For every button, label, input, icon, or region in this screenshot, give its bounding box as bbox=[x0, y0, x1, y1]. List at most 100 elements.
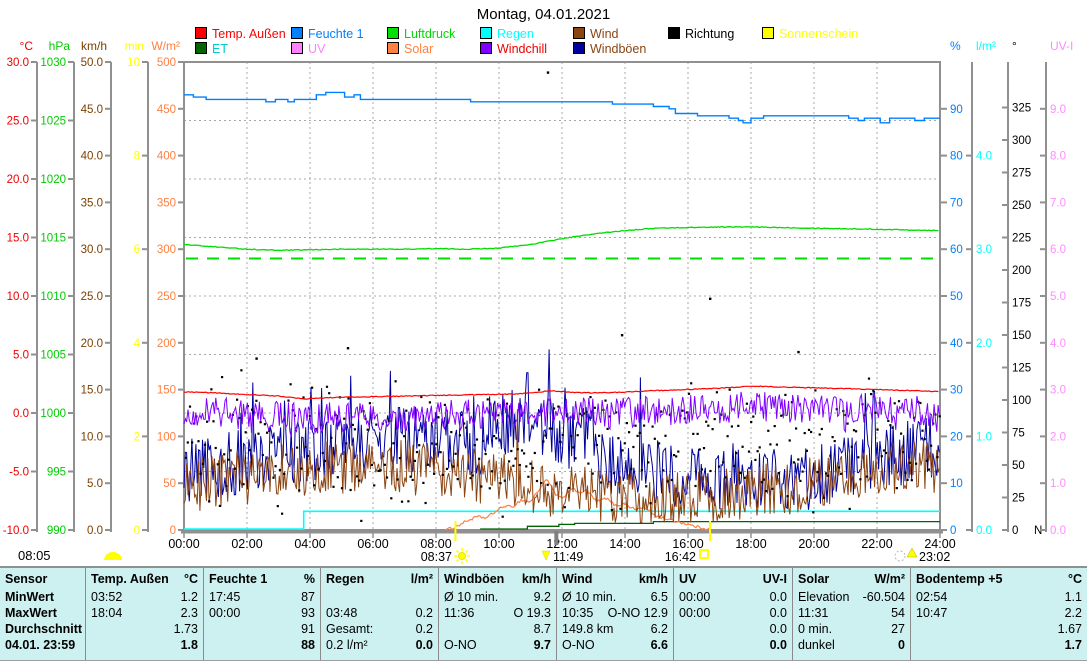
svg-text:2.0: 2.0 bbox=[976, 338, 992, 350]
svg-text:400: 400 bbox=[157, 151, 176, 163]
svg-text:08:37: 08:37 bbox=[421, 550, 452, 564]
axis-left-km/h: 0.05.010.015.020.025.030.035.040.045.050… bbox=[81, 39, 111, 537]
svg-text:80: 80 bbox=[950, 151, 963, 163]
axis-right-%: 0102030405060708090% bbox=[941, 39, 963, 537]
svg-text:°C: °C bbox=[20, 39, 34, 53]
table-cell: 00:0093 bbox=[209, 605, 315, 621]
axis-right-UV-I: 0.01.02.03.04.05.06.07.08.09.0UV-I bbox=[1040, 39, 1073, 537]
svg-text:75: 75 bbox=[1012, 428, 1025, 440]
table-cell: Elevation-60.504 bbox=[798, 589, 905, 605]
svg-text:1025: 1025 bbox=[40, 116, 66, 128]
svg-text:35.0: 35.0 bbox=[81, 197, 103, 209]
weather-app-window: Montag, 04.01.2021 Temp. AußenFeuchte 1L… bbox=[0, 0, 1087, 661]
x-axis-labels: 00:0002:0004:0006:0008:0010:0012:0014:00… bbox=[168, 532, 955, 551]
moonset-icon bbox=[104, 552, 122, 560]
svg-text:06:00: 06:00 bbox=[357, 537, 388, 551]
direction-dots bbox=[185, 71, 941, 522]
page-title: Montag, 04.01.2021 bbox=[0, 6, 1087, 23]
table-cell: 1.73 bbox=[91, 621, 198, 637]
svg-text:11:49: 11:49 bbox=[553, 550, 583, 564]
svg-text:1030: 1030 bbox=[40, 57, 66, 69]
svg-text:4.0: 4.0 bbox=[976, 151, 992, 163]
svg-text:15.0: 15.0 bbox=[81, 385, 103, 397]
table-cell: 0.2 l/m²0.0 bbox=[326, 637, 433, 653]
table-cell: 1.67 bbox=[916, 621, 1082, 637]
svg-text:325: 325 bbox=[1012, 103, 1031, 115]
svg-text:5.0: 5.0 bbox=[87, 478, 103, 490]
table-cell: 1.8 bbox=[91, 637, 198, 653]
svg-text:25: 25 bbox=[1012, 493, 1025, 505]
svg-text:16:42: 16:42 bbox=[665, 550, 696, 564]
table-cell: 0.0 bbox=[679, 621, 787, 637]
svg-text:25.0: 25.0 bbox=[7, 116, 29, 128]
svg-text:0.0: 0.0 bbox=[87, 525, 103, 537]
moonrise-arrow-icon bbox=[907, 548, 917, 557]
svg-text:12:00: 12:00 bbox=[546, 537, 577, 551]
svg-text:500: 500 bbox=[157, 57, 176, 69]
svg-text:15.0: 15.0 bbox=[7, 233, 29, 245]
svg-text:00:00: 00:00 bbox=[168, 537, 199, 551]
svg-text:60: 60 bbox=[950, 244, 963, 256]
svg-text:30.0: 30.0 bbox=[81, 244, 103, 256]
svg-text:350: 350 bbox=[157, 197, 176, 209]
svg-text:10: 10 bbox=[950, 478, 963, 490]
svg-text:300: 300 bbox=[1012, 135, 1031, 147]
summary-table: SensorMinWertMaxWertDurchschnitt04.01. 2… bbox=[0, 566, 1087, 661]
svg-text:20:00: 20:00 bbox=[798, 537, 829, 551]
table-header: UVUV-I bbox=[679, 570, 787, 589]
svg-text:7.0: 7.0 bbox=[1050, 197, 1066, 209]
table-row-label: 04.01. 23:59 bbox=[5, 637, 80, 653]
svg-text:25.0: 25.0 bbox=[81, 291, 103, 303]
svg-text:1.0: 1.0 bbox=[976, 431, 992, 443]
svg-text:225: 225 bbox=[1012, 233, 1031, 245]
svg-text:20: 20 bbox=[950, 431, 963, 443]
svg-text:1020: 1020 bbox=[40, 174, 66, 186]
svg-text:km/h: km/h bbox=[81, 39, 107, 53]
svg-text:20.0: 20.0 bbox=[7, 174, 29, 186]
svg-text:23:02: 23:02 bbox=[919, 550, 950, 564]
table-row-label: MaxWert bbox=[5, 605, 80, 621]
svg-text:20.0: 20.0 bbox=[81, 338, 103, 350]
svg-text:275: 275 bbox=[1012, 168, 1031, 180]
table-cell: 1.7 bbox=[916, 637, 1082, 653]
svg-text:150: 150 bbox=[1012, 330, 1031, 342]
table-cell: Gesamt:0.2 bbox=[326, 621, 433, 637]
svg-text:175: 175 bbox=[1012, 298, 1031, 310]
svg-text:-10.0: -10.0 bbox=[3, 525, 29, 537]
svg-text:300: 300 bbox=[157, 244, 176, 256]
table-cell: 00:000.0 bbox=[679, 589, 787, 605]
svg-text:3.0: 3.0 bbox=[976, 244, 992, 256]
svg-text:200: 200 bbox=[1012, 265, 1031, 277]
table-header: Temp. Außen°C bbox=[91, 570, 198, 589]
table-col-8: Bodentemp +5°C02:541.110:472.21.671.7 bbox=[910, 568, 1087, 660]
table-header: SolarW/m² bbox=[798, 570, 905, 589]
svg-text:250: 250 bbox=[1012, 200, 1031, 212]
svg-text:1010: 1010 bbox=[40, 291, 66, 303]
axis-left-°C: -10.0-5.00.05.010.015.020.025.030.0°C bbox=[3, 39, 37, 537]
svg-text:0.0: 0.0 bbox=[1050, 525, 1066, 537]
svg-text:150: 150 bbox=[157, 385, 176, 397]
svg-text:18:00: 18:00 bbox=[735, 537, 766, 551]
svg-text:0: 0 bbox=[1012, 525, 1018, 537]
svg-text:200: 200 bbox=[157, 338, 176, 350]
table-cell: 17:4587 bbox=[209, 589, 315, 605]
svg-text:2: 2 bbox=[134, 431, 140, 443]
svg-text:8.0: 8.0 bbox=[1050, 151, 1066, 163]
sunrise-sun-icon bbox=[454, 548, 470, 564]
svg-text:5.0: 5.0 bbox=[1050, 291, 1066, 303]
table-cell: 0 min.27 bbox=[798, 621, 905, 637]
svg-text:%: % bbox=[950, 39, 961, 53]
table-row-label: MinWert bbox=[5, 589, 80, 605]
table-cell: 18:042.3 bbox=[91, 605, 198, 621]
table-cell: 11:3154 bbox=[798, 605, 905, 621]
table-cell: 10:472.2 bbox=[916, 605, 1082, 621]
table-cell: 02:541.1 bbox=[916, 589, 1082, 605]
table-header: Windböenkm/h bbox=[444, 570, 551, 589]
table-header-sensor: Sensor bbox=[5, 570, 80, 589]
svg-text:16:00: 16:00 bbox=[672, 537, 703, 551]
svg-text:0: 0 bbox=[950, 525, 956, 537]
svg-text:4.0: 4.0 bbox=[1050, 338, 1066, 350]
svg-text:02:00: 02:00 bbox=[231, 537, 262, 551]
axis-left-hPa: 9909951000100510101015102010251030hPa bbox=[40, 39, 74, 537]
svg-text:1015: 1015 bbox=[40, 233, 66, 245]
